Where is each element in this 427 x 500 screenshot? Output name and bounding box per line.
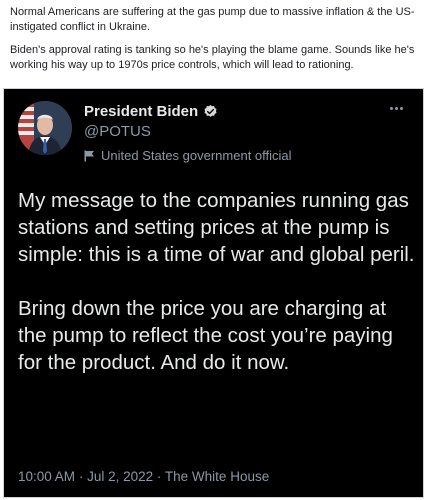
user-handle[interactable]: @POTUS [84, 123, 151, 140]
post-caption: Normal Americans are suffering at the ga… [10, 5, 420, 81]
profile-photo-icon[interactable] [18, 101, 72, 155]
more-options-icon[interactable] [385, 101, 407, 115]
tweet-paragraph-2: Bring down the price you are charging at… [18, 297, 393, 374]
tweet-time[interactable]: 10:00 AM [18, 469, 75, 484]
flag-icon [84, 150, 95, 162]
meta-separator: · [78, 469, 84, 484]
post-caption-paragraph-1: Normal Americans are suffering at the ga… [10, 6, 415, 33]
verified-badge-icon [203, 104, 218, 119]
government-account-label[interactable]: United States government official [84, 148, 292, 163]
facebook-post: Normal Americans are suffering at the ga… [0, 0, 427, 500]
tweet-metadata: 10:00 AM · Jul 2, 2022 · The White House [18, 469, 269, 484]
tweet-paragraph-1: My message to the companies running gas … [18, 189, 415, 266]
tweet-source[interactable]: The White House [165, 469, 269, 484]
tweet-body: My message to the companies running gas … [18, 187, 418, 403]
post-caption-paragraph-2: Biden's approval rating is tanking so he… [10, 44, 415, 71]
author-name-row[interactable]: President Biden [84, 101, 218, 121]
display-name[interactable]: President Biden [84, 103, 198, 120]
tweet-date[interactable]: Jul 2, 2022 [87, 469, 153, 484]
meta-separator: · [156, 469, 162, 484]
tweet-screenshot[interactable]: President Biden @POTUS United States gov… [4, 89, 423, 497]
account-label-text: United States government official [101, 148, 292, 163]
